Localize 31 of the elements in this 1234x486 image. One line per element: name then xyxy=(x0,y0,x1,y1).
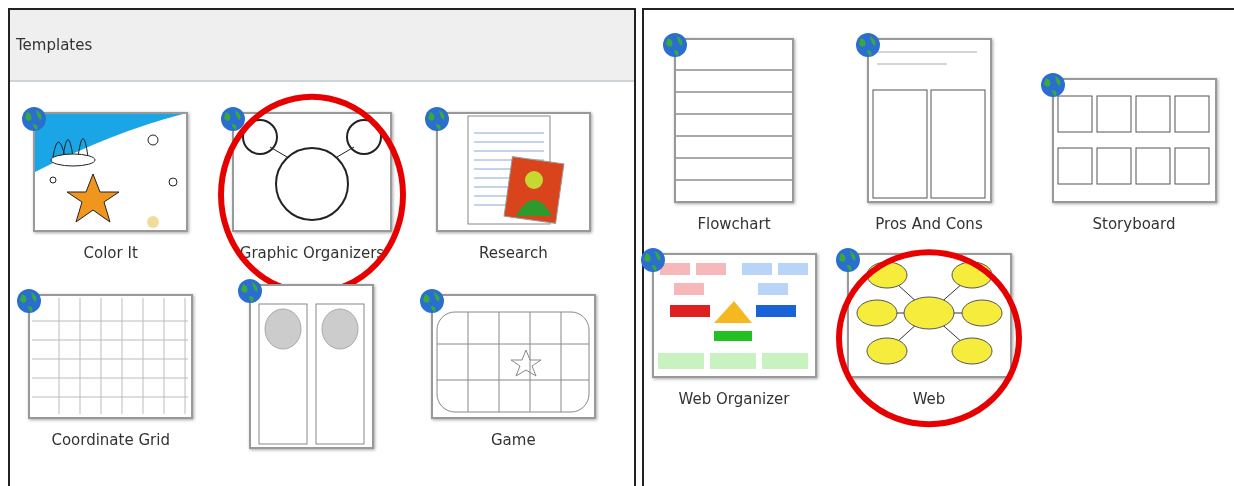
template-thumbnail-drawing[interactable] xyxy=(28,294,194,419)
panel-title: Templates xyxy=(16,36,93,54)
template-label[interactable]: Game xyxy=(491,431,536,449)
template-label[interactable]: Color It xyxy=(83,244,138,262)
template-thumbnail-drawing[interactable] xyxy=(651,253,817,378)
globe-icon xyxy=(16,288,43,314)
template-thumbnail-drawing[interactable] xyxy=(33,112,189,232)
template-label[interactable]: Web xyxy=(912,390,946,408)
template-label[interactable]: Pros And Cons xyxy=(875,215,983,233)
globe-icon xyxy=(834,247,861,273)
template-thumbnail-drawing[interactable] xyxy=(674,38,794,203)
template-label[interactable]: Research xyxy=(478,244,548,262)
globe-icon xyxy=(21,106,48,132)
template-label[interactable]: Flowchart xyxy=(697,215,771,233)
template-thumbnail-drawing[interactable] xyxy=(1051,78,1217,203)
globe-icon xyxy=(639,247,666,273)
template-label[interactable]: Coordinate Grid xyxy=(51,431,170,449)
template-thumbnail-drawing[interactable] xyxy=(430,294,596,419)
globe-icon xyxy=(220,106,246,132)
globe-icon xyxy=(662,32,688,58)
template-thumbnail-drawing[interactable] xyxy=(866,38,992,203)
globe-icon xyxy=(1039,72,1066,98)
globe-icon xyxy=(423,106,450,132)
template-label[interactable]: Web Organizer xyxy=(678,390,790,408)
template-thumbnail-drawing[interactable] xyxy=(249,284,375,449)
template-label[interactable]: Storyboard xyxy=(1092,215,1176,233)
globe-icon xyxy=(237,278,264,304)
globe-icon xyxy=(854,32,881,58)
globe-icon xyxy=(418,288,445,314)
template-thumbnail-drawing[interactable] xyxy=(435,112,591,232)
template-thumbnail-drawing[interactable] xyxy=(232,112,392,232)
